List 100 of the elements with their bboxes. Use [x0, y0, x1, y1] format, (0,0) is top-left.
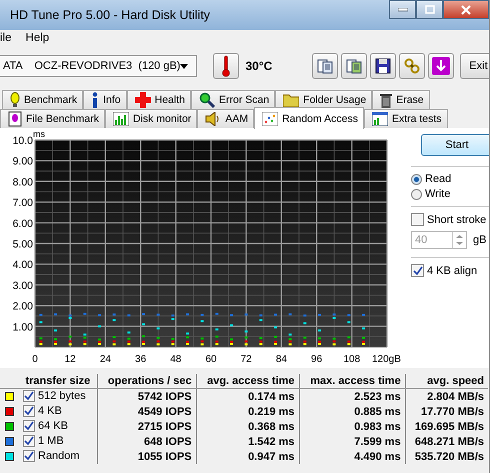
- maximize-button[interactable]: [416, 0, 443, 19]
- tab[interactable]: Disk monitor: [104, 109, 198, 128]
- close-button[interactable]: [443, 0, 489, 19]
- data-point: [259, 319, 262, 322]
- scatter-chart-icon: [262, 112, 278, 126]
- checkbox[interactable]: [23, 404, 35, 416]
- tab[interactable]: Info: [83, 90, 127, 109]
- y-tick-label: 1.00: [12, 321, 33, 334]
- table-cell: 0.983 ms: [354, 420, 401, 432]
- data-point: [244, 336, 248, 338]
- table-cell: 64 KB: [38, 420, 68, 432]
- data-point: [215, 336, 218, 338]
- checkbox[interactable]: [411, 213, 424, 226]
- drive-dropdown[interactable]: ATA OCZ-REVODRIVE3 (120 gB): [0, 55, 198, 77]
- column-header: avg. speed: [405, 374, 488, 388]
- radio-option[interactable]: Read: [411, 173, 489, 185]
- checkbox[interactable]: [23, 420, 35, 432]
- x-tick-label: 96: [311, 354, 322, 365]
- clipboard-icon: [346, 58, 362, 74]
- copy-button[interactable]: [312, 53, 338, 79]
- checkbox[interactable]: [23, 390, 35, 402]
- data-point: [142, 323, 146, 326]
- tab[interactable]: Error Scan: [190, 90, 276, 109]
- data-point: [112, 336, 116, 338]
- axis-unit: ms: [33, 129, 45, 139]
- data-point: [186, 313, 190, 316]
- copy-button[interactable]: [341, 53, 368, 79]
- clipboard-icon: [317, 58, 334, 74]
- table-cell: 0.947 ms: [248, 450, 295, 462]
- data-point: [142, 313, 146, 316]
- data-point: [303, 314, 306, 317]
- table-cell: 2715 IOPS: [138, 420, 192, 432]
- y-tick-label: 2.00: [12, 300, 33, 313]
- data-point: [318, 329, 322, 332]
- menu-item[interactable]: Help: [26, 32, 50, 44]
- table-cell: 5742 IOPS: [138, 390, 192, 402]
- data-point: [347, 336, 350, 338]
- y-tick-label: 9.00: [12, 156, 33, 168]
- data-point: [244, 330, 248, 332]
- checkbox-option[interactable]: Short stroke: [411, 213, 489, 226]
- checkbox-option[interactable]: 4 KB align: [411, 264, 489, 277]
- table-cell: 0.219 ms: [248, 406, 295, 418]
- table-cell: 512 bytes: [38, 390, 86, 402]
- y-tick-label: 10.0: [12, 135, 33, 147]
- data-point: [54, 313, 58, 316]
- radio-button[interactable]: [411, 174, 422, 184]
- column-header: max. access time: [299, 374, 406, 388]
- table-cell: 1055 IOPS: [138, 450, 192, 462]
- y-tick-label: 4.00: [12, 259, 33, 272]
- tab[interactable]: File Benchmark: [0, 109, 105, 128]
- table-cell: 648 IOPS: [144, 436, 192, 448]
- table-cell: 0.368 ms: [248, 420, 295, 432]
- menu-item[interactable]: ile: [0, 32, 12, 44]
- table-cell: 648.271 MB/s: [414, 436, 484, 448]
- spin-arrows-icon: [455, 233, 464, 247]
- exit-button[interactable]: Exit: [460, 53, 489, 79]
- data-point: [288, 334, 292, 336]
- trash-can-icon: [380, 92, 392, 108]
- speaker-icon: [205, 112, 222, 126]
- data-point: [274, 326, 278, 328]
- tab[interactable]: Erase: [372, 90, 430, 109]
- download-button[interactable]: [428, 53, 454, 79]
- data-point: [303, 336, 306, 339]
- table-cell: 0.885 ms: [354, 406, 401, 418]
- x-tick-label: 36: [135, 354, 146, 365]
- checkbox[interactable]: [23, 450, 35, 462]
- tab[interactable]: AAM: [197, 109, 254, 128]
- start-button[interactable]: Start: [421, 134, 489, 156]
- tab[interactable]: Health: [126, 90, 191, 109]
- data-point: [362, 327, 366, 330]
- data-point: [83, 312, 86, 315]
- data-point: [98, 314, 102, 316]
- table-cell: 4 KB: [38, 404, 62, 416]
- data-point: [68, 336, 72, 338]
- data-point: [303, 322, 306, 324]
- data-point: [156, 314, 160, 316]
- tab[interactable]: Benchmark: [2, 90, 84, 109]
- table-cell: 0.174 ms: [248, 390, 295, 402]
- data-point: [112, 319, 116, 322]
- cross-icon: [134, 92, 151, 108]
- x-tick-label: 120gB: [372, 354, 401, 365]
- close-icon: [461, 4, 471, 14]
- save-button[interactable]: [370, 53, 396, 79]
- data-point: [200, 314, 204, 316]
- floppy-icon: [375, 58, 392, 74]
- tab[interactable]: Random Access: [254, 107, 364, 129]
- table-cell: 1.542 ms: [248, 436, 295, 448]
- thermometer-icon: [221, 55, 232, 77]
- radio-option[interactable]: Write: [411, 188, 489, 200]
- checkbox[interactable]: [23, 434, 35, 446]
- tab[interactable]: Folder Usage: [275, 90, 372, 109]
- radio-button[interactable]: [411, 188, 422, 200]
- data-point: [362, 336, 366, 339]
- thermometer-button[interactable]: [213, 53, 240, 79]
- y-tick-label: 7.00: [12, 197, 33, 210]
- table-cell: 4.490 ms: [354, 450, 401, 462]
- checkbox[interactable]: [411, 264, 424, 277]
- minimize-button[interactable]: [389, 0, 416, 19]
- data-point: [215, 328, 218, 330]
- tab[interactable]: Extra tests: [364, 109, 448, 128]
